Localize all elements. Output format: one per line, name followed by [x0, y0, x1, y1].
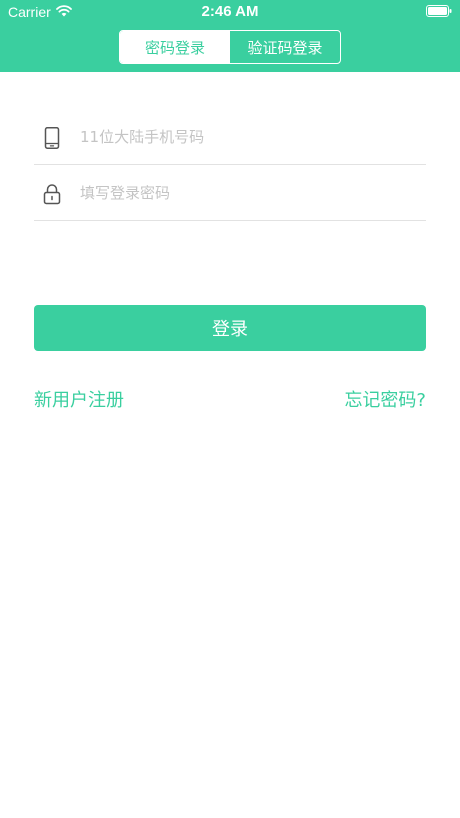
header-bar: Carrier 2:46 AM 密码登录 验证码登录	[0, 0, 460, 72]
phone-icon	[44, 127, 60, 149]
login-screen: Carrier 2:46 AM 密码登录 验证码登录 11位大陆手机号码 登录 …	[0, 0, 460, 818]
status-bar: Carrier 2:46 AM	[0, 0, 460, 24]
battery-icon	[426, 5, 452, 17]
login-mode-segmented-control: 密码登录 验证码登录	[119, 30, 341, 64]
tab-code-login[interactable]: 验证码登录	[230, 31, 340, 63]
login-button[interactable]: 登录	[34, 305, 426, 351]
phone-input[interactable]	[80, 122, 410, 152]
password-field-row	[34, 166, 426, 221]
phone-field-row	[34, 110, 426, 165]
status-time: 2:46 AM	[201, 3, 259, 20]
tab-password-login[interactable]: 密码登录	[120, 31, 230, 63]
lock-icon	[43, 184, 61, 205]
forgot-password-link[interactable]: 忘记密码?	[344, 386, 426, 412]
password-input[interactable]	[80, 178, 410, 208]
register-link[interactable]: 新用户注册	[34, 386, 124, 412]
